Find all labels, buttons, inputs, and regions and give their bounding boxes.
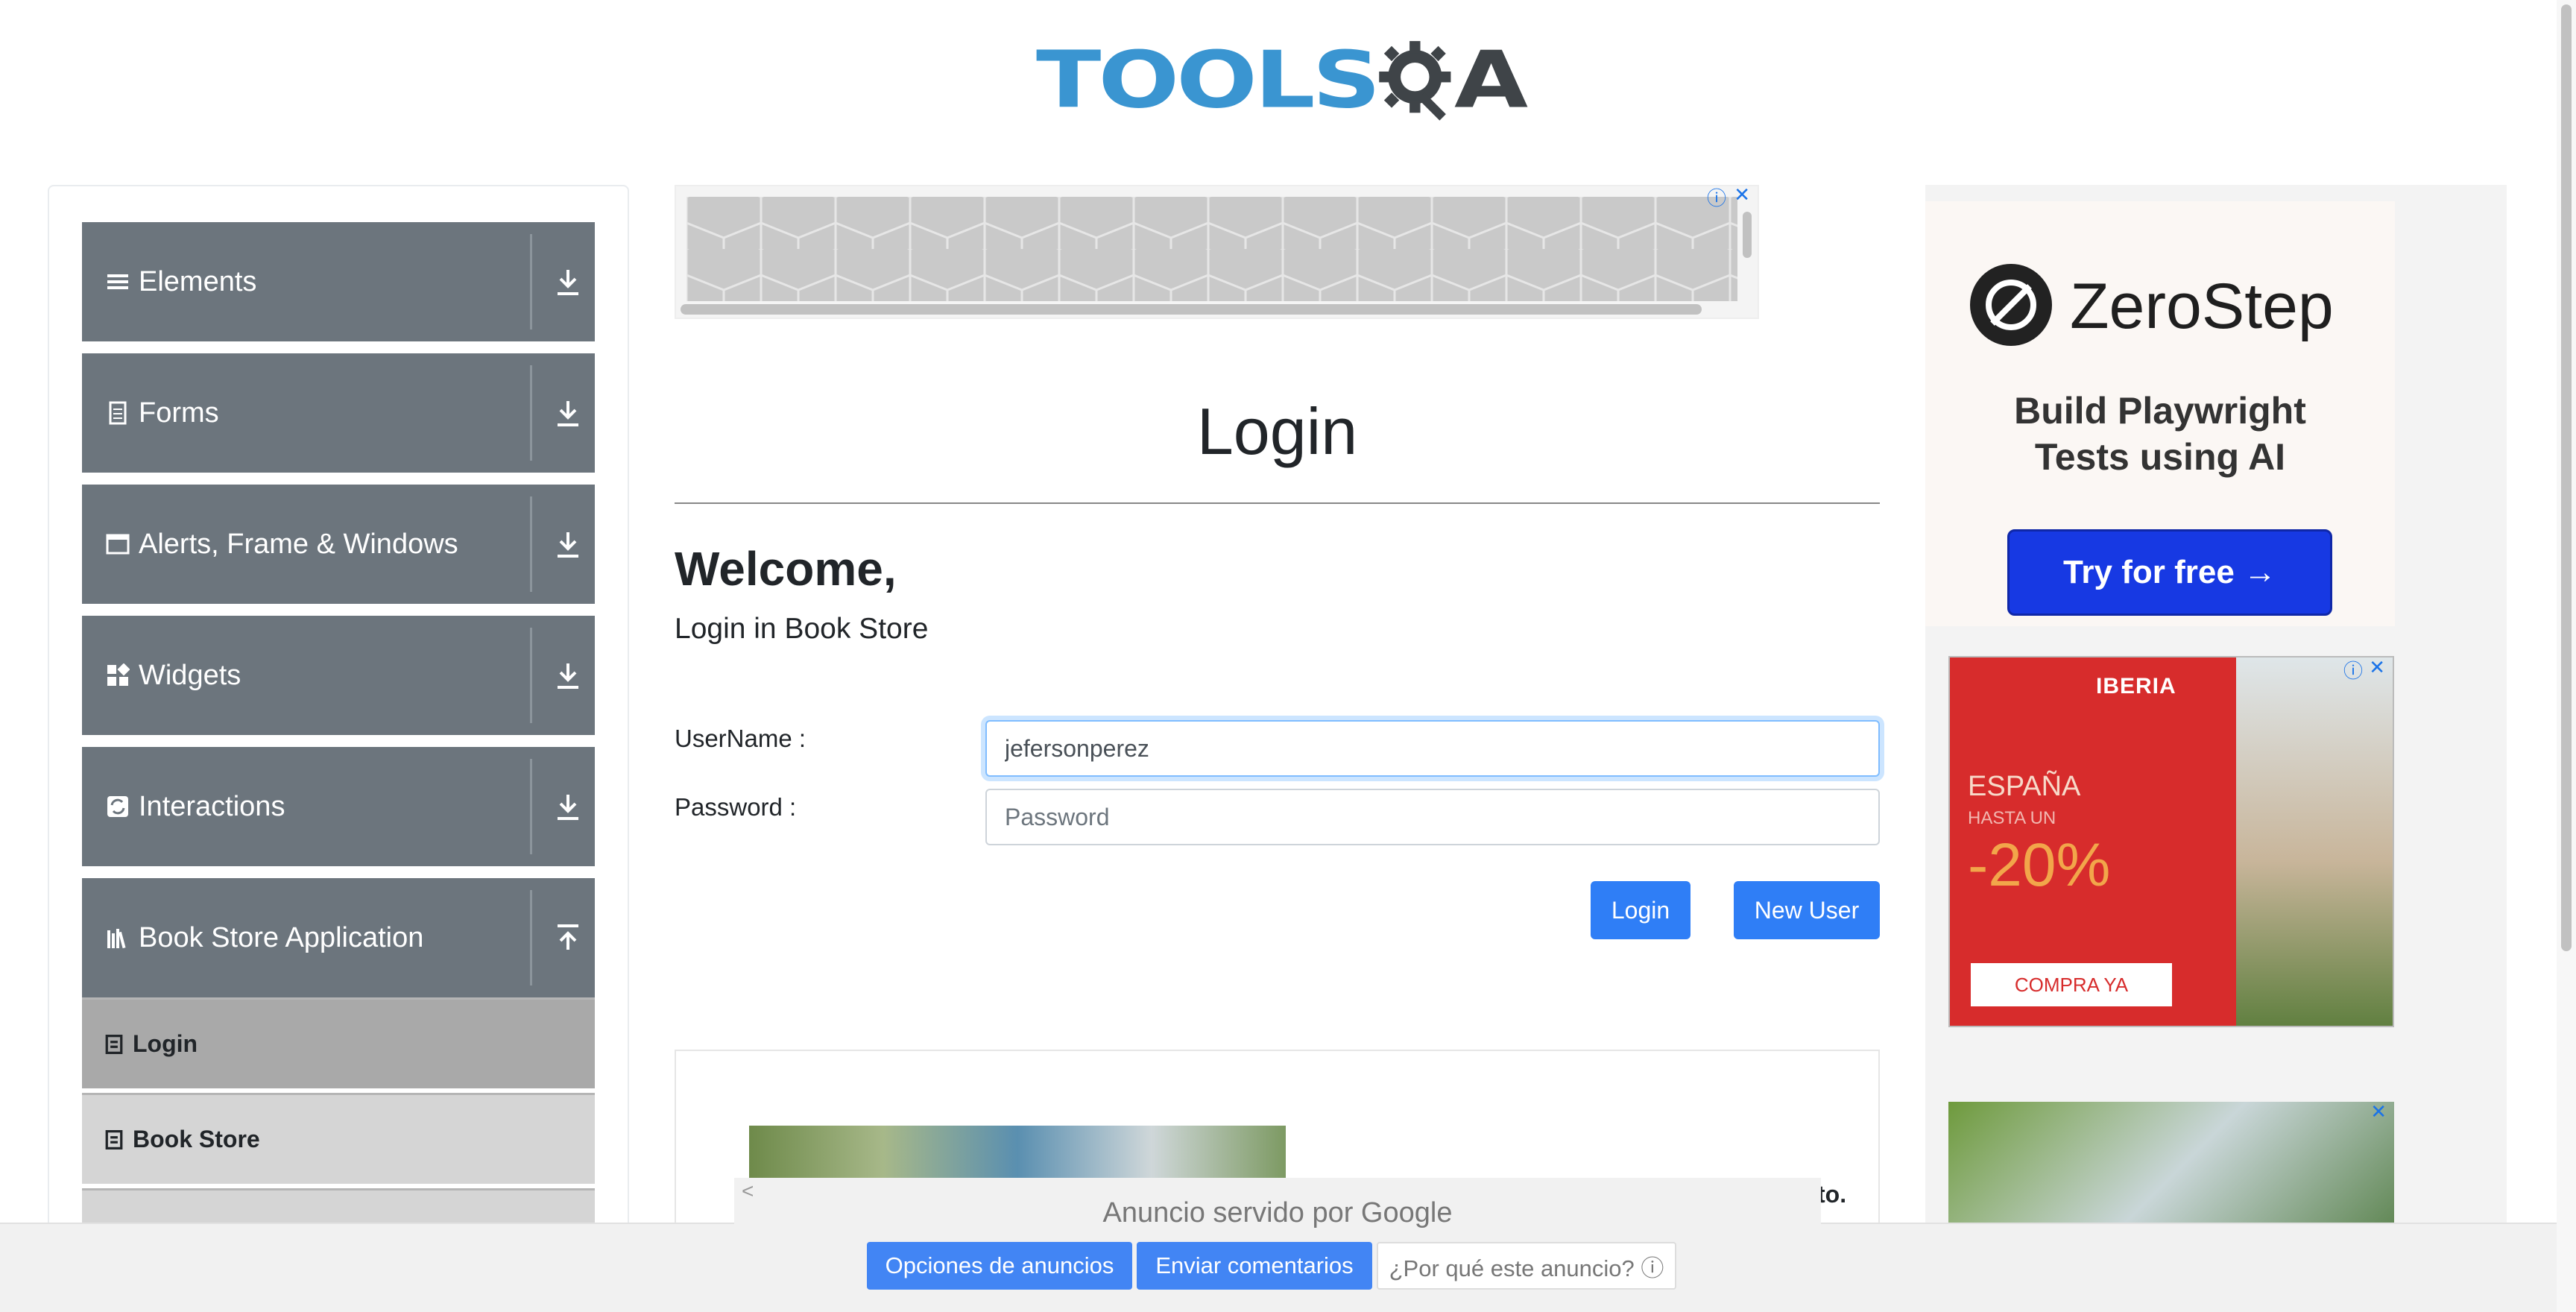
landscape-ad-image[interactable] — [749, 1126, 1286, 1178]
books-icon — [107, 929, 126, 949]
widgets-icon — [107, 663, 130, 686]
sidebar-group-label: Widgets — [139, 659, 242, 691]
zerostep-ad[interactable]: ZeroStep Build Playwright Tests using AI… — [1925, 201, 2395, 626]
sidebar-group-label: Elements — [139, 265, 257, 297]
sidebar: Elements Forms Alerts, Frame & Windows W… — [48, 185, 629, 1233]
sidebar-group-label: Forms — [139, 397, 219, 429]
upload-arrow-icon — [558, 924, 578, 950]
password-input[interactable] — [985, 789, 1880, 845]
sidebar-group-elements[interactable]: Elements — [82, 222, 595, 341]
send-feedback-button[interactable]: Enviar comentarios — [1137, 1242, 1372, 1290]
adchoices-icon[interactable]: ⓘ — [2343, 657, 2363, 684]
traveler-photo — [2236, 657, 2393, 1026]
zerostep-logo-icon — [1970, 264, 2052, 346]
gear-magnifier-icon — [1378, 41, 1451, 121]
top-ad-banner[interactable]: ⓘ ✕ — [675, 183, 1759, 319]
download-arrow-icon — [558, 270, 578, 295]
hamburger-icon — [107, 274, 128, 289]
compra-ya-button[interactable]: COMPRA YA — [1971, 963, 2172, 1006]
zerostep-tagline-line2: Tests using AI — [2034, 436, 2286, 478]
divider — [530, 496, 532, 592]
download-arrow-icon — [558, 401, 578, 426]
try-for-free-button[interactable]: Try for free → — [2007, 529, 2332, 616]
logo-text-tools: TOOLS — [1036, 34, 1381, 126]
username-label: UserName : — [675, 725, 806, 752]
iberia-hasta: HASTA UN — [1968, 808, 2056, 828]
download-arrow-icon — [558, 795, 578, 820]
interactions-icon — [107, 796, 128, 817]
login-button[interactable]: Login — [1591, 881, 1690, 939]
why-this-ad-button[interactable]: ¿Por qué este anuncio? ⓘ — [1377, 1242, 1676, 1290]
logo-text-a: A — [1453, 34, 1528, 126]
page-title: Login — [1196, 394, 1358, 468]
sidebar-group-alerts[interactable]: Alerts, Frame & Windows — [82, 485, 595, 604]
vertical-scrollbar[interactable] — [1743, 212, 1752, 258]
close-icon[interactable]: ✕ — [1734, 183, 1750, 206]
iberia-ad[interactable]: IBERIA ESPAÑA HASTA UN -20% COMPRA YA ⓘ … — [1948, 656, 2394, 1027]
served-by-google-text: Anuncio servido por Google — [1102, 1197, 1453, 1229]
sidebar-item-login[interactable]: Login — [82, 997, 595, 1088]
sidebar-group-label: Book Store Application — [139, 921, 424, 953]
welcome-heading: Welcome, — [675, 542, 897, 596]
sidebar-group-label: Interactions — [139, 790, 285, 822]
password-label: Password : — [675, 793, 797, 821]
google-ad-panel: < Anuncio servido por Google Opciones de… — [734, 1178, 1821, 1312]
close-icon[interactable]: ✕ — [2370, 1100, 2387, 1123]
username-input[interactable] — [985, 720, 1880, 777]
sidebar-item-label: Book Store — [133, 1126, 260, 1152]
divider — [530, 628, 532, 723]
page-scrollbar-thumb[interactable] — [2561, 4, 2572, 951]
sidebar-item-label: Login — [133, 1030, 198, 1057]
sidebar-group-book-store[interactable]: Book Store Application — [82, 878, 595, 997]
sidebar-group-widgets[interactable]: Widgets — [82, 616, 595, 735]
close-icon[interactable]: ✕ — [2369, 657, 2385, 679]
horizontal-scrollbar[interactable] — [681, 304, 1702, 315]
sidebar-group-interactions[interactable]: Interactions — [82, 747, 595, 866]
zerostep-name: ZeroStep — [2070, 271, 2334, 342]
divider — [530, 234, 532, 329]
divider — [530, 759, 532, 854]
document-icon — [109, 401, 127, 425]
welcome-subtitle: Login in Book Store — [675, 613, 929, 645]
adchoices-icon[interactable]: ⓘ — [1707, 183, 1726, 211]
book-icon — [105, 1034, 123, 1054]
sidebar-item-book-store[interactable]: Book Store — [82, 1093, 595, 1184]
new-user-button[interactable]: New User — [1734, 881, 1880, 939]
sidebar-group-label: Alerts, Frame & Windows — [139, 528, 458, 560]
hexagon-pattern-image — [686, 197, 1737, 301]
zerostep-tagline: Build Playwright Tests using AI — [1925, 388, 2395, 480]
divider — [530, 890, 532, 985]
toolsqa-logo[interactable]: TOOLS A — [1036, 21, 1528, 140]
title-divider — [675, 502, 1880, 504]
iberia-brand: IBERIA — [2096, 674, 2176, 698]
book-icon — [105, 1129, 123, 1149]
ad-options-button[interactable]: Opciones de anuncios — [867, 1242, 1132, 1290]
download-arrow-icon — [558, 532, 578, 558]
page-scrollbar[interactable] — [2557, 0, 2576, 1312]
divider — [530, 365, 532, 461]
window-icon — [106, 534, 130, 555]
iberia-discount: -20% — [1968, 831, 2111, 899]
iberia-destination: ESPAÑA — [1968, 771, 2081, 802]
zerostep-tagline-line1: Build Playwright — [2014, 390, 2306, 432]
download-arrow-icon — [558, 663, 578, 689]
sidebar-group-forms[interactable]: Forms — [82, 353, 595, 473]
lower-ad-text: to. — [1817, 1181, 1847, 1208]
